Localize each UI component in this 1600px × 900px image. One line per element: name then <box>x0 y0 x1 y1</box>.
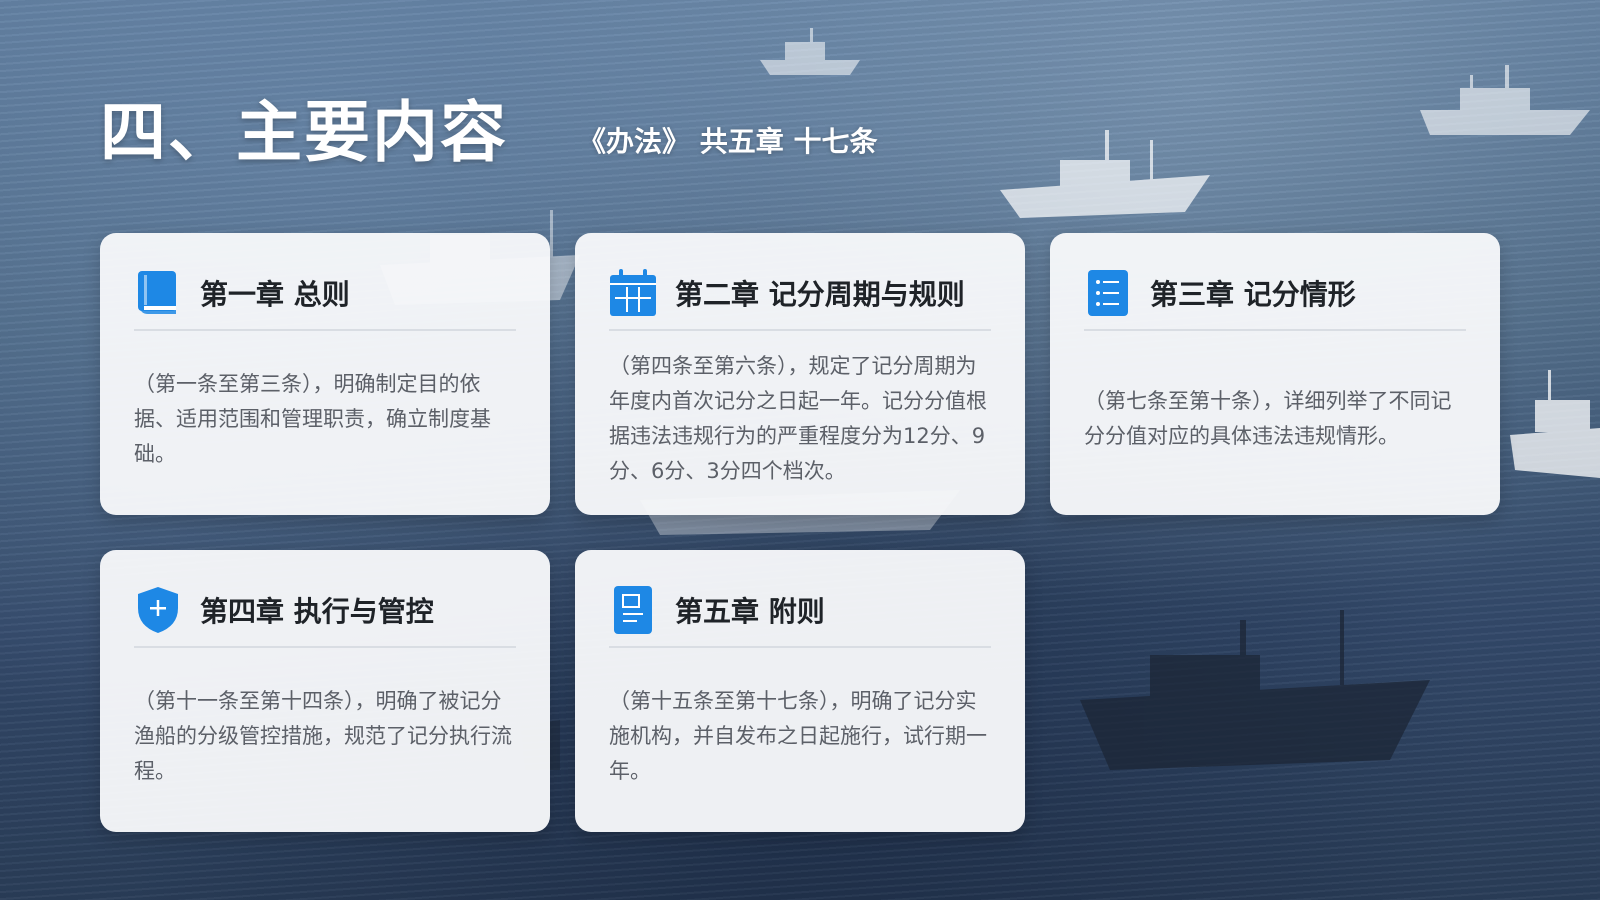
card-header: 第三章 记分情形 <box>1084 265 1466 331</box>
card-title: 第三章 记分情形 <box>1150 278 1356 311</box>
chapter-card-4: 第四章 执行与管控 （第十一条至第十四条），明确了被记分渔船的分级管控措施，规范… <box>100 550 550 832</box>
card-title: 第一章 总则 <box>200 278 350 311</box>
chapter-card-5: 第五章 附则 （第十五条至第十七条），明确了记分实施机构，并自发布之日起施行，试… <box>575 550 1025 832</box>
page-title: 四、主要内容 <box>100 94 508 171</box>
list-icon <box>1084 269 1132 317</box>
card-body: （第一条至第三条），明确制定目的依据、适用范围和管理职责，确立制度基础。 <box>134 331 516 507</box>
card-description: （第十一条至第十四条），明确了被记分渔船的分级管控措施，规范了记分执行流程。 <box>134 688 512 783</box>
calendar-icon <box>609 269 657 317</box>
card-body: （第十五条至第十七条），明确了记分实施机构，并自发布之日起施行，试行期一年。 <box>609 648 991 824</box>
card-body: （第七条至第十条），详细列举了不同记分分值对应的具体违法违规情形。 <box>1084 331 1466 507</box>
card-title: 第五章 附则 <box>675 595 825 628</box>
book-icon <box>134 269 182 317</box>
card-body: （第四条至第六条），规定了记分周期为年度内首次记分之日起一年。记分分值根据违法违… <box>609 331 991 507</box>
header: 四、主要内容 《办法》 共五章 十七条 <box>100 100 878 166</box>
card-body: （第十一条至第十四条），明确了被记分渔船的分级管控措施，规范了记分执行流程。 <box>134 648 516 824</box>
card-description: （第四条至第六条），规定了记分周期为年度内首次记分之日起一年。记分分值根据违法违… <box>609 354 987 483</box>
chapter-card-3: 第三章 记分情形 （第七条至第十条），详细列举了不同记分分值对应的具体违法违规情… <box>1050 233 1500 515</box>
card-header: 第一章 总则 <box>134 265 516 331</box>
page-subtitle: 《办法》 共五章 十七条 <box>578 125 878 158</box>
card-header: 第四章 执行与管控 <box>134 582 516 648</box>
card-header: 第二章 记分周期与规则 <box>609 265 991 331</box>
card-header: 第五章 附则 <box>609 582 991 648</box>
document-icon <box>609 586 657 634</box>
card-description: （第一条至第三条），明确制定目的依据、适用范围和管理职责，确立制度基础。 <box>134 371 491 466</box>
chapter-card-1: 第一章 总则 （第一条至第三条），明确制定目的依据、适用范围和管理职责，确立制度… <box>100 233 550 515</box>
card-description: （第十五条至第十七条），明确了记分实施机构，并自发布之日起施行，试行期一年。 <box>609 688 987 783</box>
chapter-card-2: 第二章 记分周期与规则 （第四条至第六条），规定了记分周期为年度内首次记分之日起… <box>575 233 1025 515</box>
card-title: 第四章 执行与管控 <box>200 595 434 628</box>
card-title: 第二章 记分周期与规则 <box>675 278 965 311</box>
card-description: （第七条至第十条），详细列举了不同记分分值对应的具体违法违规情形。 <box>1084 389 1452 448</box>
shield-icon <box>134 586 182 634</box>
